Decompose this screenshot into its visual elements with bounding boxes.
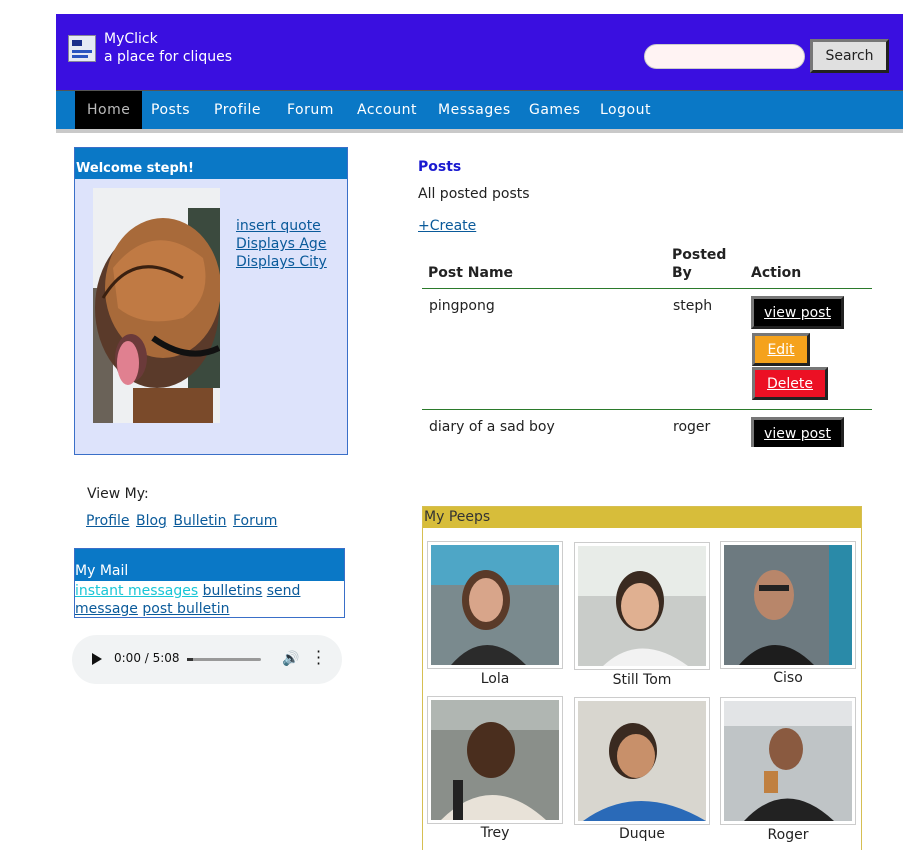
brand-name: MyClick xyxy=(104,31,158,47)
peeps-panel: My Peeps Lola Still Tom Ciso Trey Duque … xyxy=(422,506,862,850)
age-link[interactable]: Displays Age xyxy=(236,235,327,253)
peep-photo[interactable] xyxy=(431,545,559,665)
peep-photo-frame[interactable] xyxy=(720,541,856,669)
site-header: MyClick a place for cliques Search xyxy=(56,14,903,90)
peep-photo[interactable] xyxy=(431,700,559,820)
view-my-links: Profile Blog Bulletin Forum xyxy=(86,513,279,529)
nav-games[interactable]: Games xyxy=(517,91,592,129)
city-link[interactable]: Displays City xyxy=(236,253,327,271)
logo-icon[interactable] xyxy=(68,35,96,62)
peep-photo-frame[interactable] xyxy=(574,697,710,825)
peep-photo-frame[interactable] xyxy=(427,541,563,669)
welcome-panel: Welcome steph! insert quote Displays Age… xyxy=(74,147,348,455)
view-post-button[interactable]: view post xyxy=(751,417,844,447)
nav-logout[interactable]: Logout xyxy=(588,91,663,129)
view-my-label: View My: xyxy=(87,486,149,502)
nav-messages[interactable]: Messages xyxy=(426,91,523,129)
column-header: Post Name xyxy=(428,265,514,281)
peep-photo[interactable] xyxy=(724,545,852,665)
view-bulletin-link[interactable]: Bulletin xyxy=(173,513,226,529)
view-post-button[interactable]: view post xyxy=(751,296,844,329)
peep-name[interactable]: Lola xyxy=(427,671,563,687)
edit-post-button[interactable]: Edit xyxy=(752,333,810,366)
post-name: pingpong xyxy=(429,298,495,314)
view-profile-link[interactable]: Profile xyxy=(86,513,130,529)
instant-messages-link[interactable]: instant messages xyxy=(75,583,198,599)
nav-posts[interactable]: Posts xyxy=(139,91,202,129)
search-button[interactable]: Search xyxy=(810,39,889,73)
peep-name[interactable]: Still Tom xyxy=(574,672,710,688)
mail-links: instant messages bulletins send message … xyxy=(75,581,344,618)
more-options-icon[interactable]: · · · xyxy=(316,644,321,672)
peep-name[interactable]: Roger xyxy=(720,827,856,843)
nav-account[interactable]: Account xyxy=(345,91,429,129)
bulletins-link[interactable]: bulletins xyxy=(203,583,263,599)
peep-photo-frame[interactable] xyxy=(574,542,710,670)
peep-name[interactable]: Duque xyxy=(574,826,710,842)
profile-photo[interactable] xyxy=(93,188,220,423)
nav-profile[interactable]: Profile xyxy=(202,91,273,129)
audio-progress-slider[interactable] xyxy=(187,658,261,661)
delete-post-button[interactable]: Delete xyxy=(752,367,828,400)
nav-forum[interactable]: Forum xyxy=(275,91,346,129)
play-icon[interactable] xyxy=(92,653,102,665)
welcome-title: Welcome steph! xyxy=(75,148,347,179)
main-nav: Home Posts Profile Forum Account Message… xyxy=(56,90,903,130)
posts-subtitle: All posted posts xyxy=(418,186,530,202)
peep-photo[interactable] xyxy=(578,701,706,821)
peep-photo[interactable] xyxy=(578,546,706,666)
column-header: Posted By xyxy=(672,247,727,281)
search-input[interactable] xyxy=(644,44,805,69)
post-author: steph xyxy=(673,298,713,314)
quote-link[interactable]: insert quote xyxy=(236,217,327,235)
profile-info-links: insert quote Displays Age Displays City xyxy=(236,217,327,271)
brand-tagline: a place for cliques xyxy=(104,49,232,65)
post-name: diary of a sad boy xyxy=(429,419,555,435)
posts-table: Post Name Posted By Action pingpong step… xyxy=(422,244,873,447)
peep-name[interactable]: Ciso xyxy=(720,670,856,686)
mail-panel: My Mail instant messages bulletins send … xyxy=(74,548,345,618)
peep-name[interactable]: Trey xyxy=(427,825,563,841)
create-post-link[interactable]: +Create xyxy=(418,218,476,234)
audio-time: 0:00 / 5:08 xyxy=(114,651,180,665)
peep-photo-frame[interactable] xyxy=(427,696,563,824)
column-header: Action xyxy=(751,265,802,281)
mail-title: My Mail xyxy=(75,549,344,581)
nav-home[interactable]: Home xyxy=(75,91,143,129)
view-forum-link[interactable]: Forum xyxy=(233,513,277,529)
view-blog-link[interactable]: Blog xyxy=(136,513,167,529)
volume-icon[interactable]: 🔊 xyxy=(282,651,299,667)
audio-player: 0:00 / 5:08 🔊 · · · xyxy=(72,635,342,684)
peeps-title: My Peeps xyxy=(423,507,861,528)
post-bulletin-link[interactable]: post bulletin xyxy=(142,601,229,617)
peep-photo[interactable] xyxy=(724,701,852,821)
post-author: roger xyxy=(673,419,711,435)
peep-photo-frame[interactable] xyxy=(720,697,856,825)
posts-title: Posts xyxy=(418,159,462,175)
nav-divider xyxy=(56,129,903,133)
